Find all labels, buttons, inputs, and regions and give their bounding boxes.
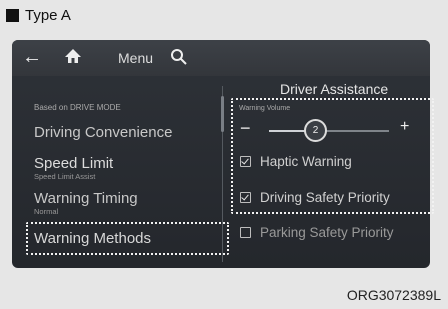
panel-title: Driver Assistance	[280, 81, 389, 97]
manual-figure-frame: Type A ← Menu Based on DRIVE MODE Drivin…	[0, 0, 448, 309]
top-bar: ← Menu	[12, 40, 430, 76]
option-label: Parking Safety Priority	[260, 225, 394, 240]
option-haptic-warning[interactable]: Haptic Warning	[240, 154, 352, 169]
checkbox-unchecked-icon[interactable]	[240, 227, 251, 238]
volume-label: Warning Volume	[239, 105, 291, 112]
option-parking-safety-priority[interactable]: Parking Safety Priority	[240, 225, 394, 240]
checkbox-checked-icon[interactable]	[240, 156, 251, 167]
figure-code: ORG3072389L	[346, 287, 441, 303]
option-label: Driving Safety Priority	[260, 190, 390, 205]
menu-button[interactable]: Menu	[118, 50, 153, 66]
square-bullet-icon	[6, 9, 19, 22]
drive-mode-caption: Based on DRIVE MODE	[34, 103, 121, 112]
volume-increase-button[interactable]: +	[400, 118, 409, 136]
menu-item-warning-methods[interactable]: Warning Methods	[34, 230, 151, 247]
arrow-left-icon[interactable]: ←	[22, 47, 42, 67]
search-icon[interactable]	[170, 48, 188, 70]
option-driving-safety-priority[interactable]: Driving Safety Priority	[240, 190, 390, 205]
volume-slider-knob[interactable]: 2	[304, 119, 327, 142]
option-label: Haptic Warning	[260, 154, 352, 169]
warning-timing-subtitle: Normal	[34, 207, 59, 216]
menu-item-warning-timing[interactable]: Warning Timing	[34, 190, 138, 207]
speed-limit-subtitle: Speed Limit Assist	[34, 172, 96, 181]
menu-item-driving-convenience[interactable]: Driving Convenience	[34, 124, 172, 141]
menu-item-speed-limit[interactable]: Speed Limit	[34, 155, 113, 172]
home-icon[interactable]	[63, 46, 83, 70]
type-label-text: Type A	[25, 7, 71, 24]
checkbox-checked-icon[interactable]	[240, 192, 251, 203]
volume-decrease-button[interactable]: −	[240, 118, 251, 139]
scrollbar-thumb[interactable]	[221, 96, 224, 132]
type-heading: Type A	[6, 7, 71, 24]
